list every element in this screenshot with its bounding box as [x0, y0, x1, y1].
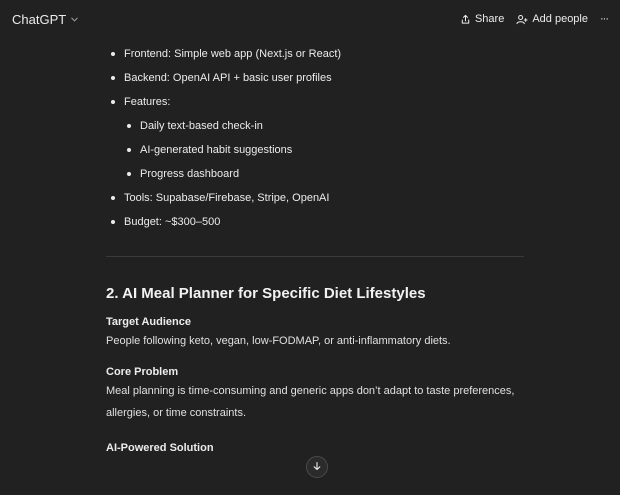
add-person-icon: [516, 14, 528, 25]
target-audience-text: People following keto, vegan, low-FODMAP…: [106, 335, 451, 347]
plan-list: Frontend: Simple web app (Next.js or Rea…: [106, 42, 526, 234]
chevron-down-icon: [70, 15, 79, 24]
section-title: 2. AI Meal Planner for Specific Diet Lif…: [106, 285, 426, 302]
section-divider: [106, 256, 524, 257]
list-item: Backend: OpenAI API + basic user profile…: [106, 66, 526, 90]
message-content: Frontend: Simple web app (Next.js or Rea…: [106, 38, 526, 454]
target-audience-label: Target Audience: [106, 316, 191, 328]
model-label: ChatGPT: [12, 11, 67, 27]
top-bar: ChatGPT Share Add people ···: [0, 0, 620, 38]
add-people-label: Add people: [532, 13, 588, 25]
model-selector[interactable]: ChatGPT: [12, 12, 79, 27]
list-item: Budget: ~$300–500: [106, 210, 526, 234]
list-item: Features:: [106, 90, 526, 114]
core-problem-label: Core Problem: [106, 366, 179, 378]
arrow-down-icon: [312, 458, 322, 476]
list-item: AI-generated habit suggestions: [122, 138, 526, 162]
list-item: Tools: Supabase/Firebase, Stripe, OpenAI: [106, 186, 526, 210]
share-icon: [460, 14, 471, 25]
more-options-button[interactable]: ···: [600, 13, 609, 25]
solution-label: AI-Powered Solution: [106, 442, 214, 454]
add-people-button[interactable]: Add people: [516, 13, 588, 25]
list-item: Frontend: Simple web app (Next.js or Rea…: [106, 42, 526, 66]
features-sublist: Daily text-based check-in AI-generated h…: [122, 114, 526, 186]
list-item: Daily text-based check-in: [122, 114, 526, 138]
list-item: Progress dashboard: [122, 162, 526, 186]
share-button[interactable]: Share: [460, 13, 504, 25]
core-problem-text: Meal planning is time-consuming and gene…: [106, 385, 515, 419]
scroll-to-bottom-button[interactable]: [306, 456, 328, 478]
share-label: Share: [474, 13, 505, 25]
more-icon: ···: [600, 13, 609, 25]
